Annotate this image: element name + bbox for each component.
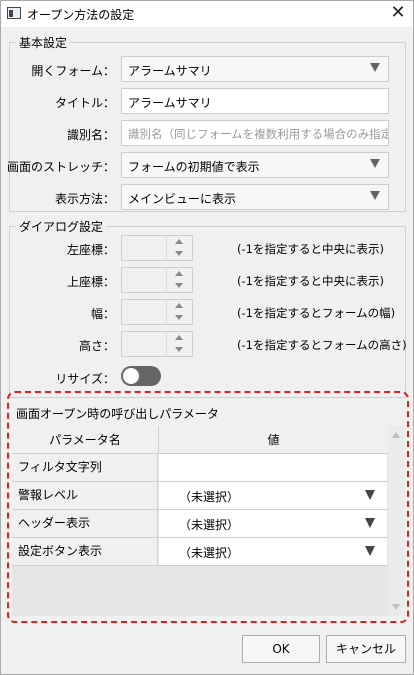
left-coord-spinner[interactable] [121,235,193,261]
params-scrollbar[interactable] [388,426,405,616]
table-row: ヘッダー表示 （未選択） [12,510,388,538]
param-name-cell: 設定ボタン表示 [12,538,158,565]
table-row: 設定ボタン表示 （未選択） [12,538,388,566]
params-table-header: パラメータ名 値 [12,426,388,454]
stretch-value: フォームの初期値で表示 [128,160,260,174]
width-spinner[interactable] [121,299,193,325]
alarm-level-select[interactable]: （未選択） [159,482,387,509]
scroll-up-icon[interactable] [392,432,400,438]
title-label: タイトル： [54,96,115,110]
display-method-value: メインビューに表示 [128,192,237,206]
dropdown-arrow-icon [370,159,380,168]
param-name-cell: 警報レベル [12,482,158,509]
title-input[interactable]: アラームサマリ [121,88,389,114]
title-bar: オープン方法の設定 ✕ [1,1,413,27]
filter-string-input[interactable] [159,454,387,481]
open-form-value: アラームサマリ [128,64,212,78]
dropdown-arrow-icon [370,63,380,72]
table-row: フィルタ文字列 [12,454,388,482]
top-coord-hint: (-1を指定すると中央に表示) [237,274,384,288]
resize-label: リサイズ： [55,372,115,386]
settings-button-display-select[interactable]: （未選択） [159,538,387,565]
width-label: 幅： [90,307,115,321]
dialog-window: オープン方法の設定 ✕ 基本設定 開くフォーム： アラームサマリ タイトル： ア… [0,0,414,675]
header-display-select[interactable]: （未選択） [159,510,387,537]
left-coord-hint: (-1を指定すると中央に表示) [237,242,384,256]
top-coord-spinner[interactable] [121,267,193,293]
stretch-select[interactable]: フォームの初期値で表示 [121,152,389,178]
title-value: アラームサマリ [128,96,212,110]
open-form-select[interactable]: アラームサマリ [121,56,389,82]
identifier-label: 識別名： [66,128,115,142]
params-group-label: 画面オープン時の呼び出しパラメータ [16,407,219,421]
display-method-select[interactable]: メインビューに表示 [121,184,389,210]
spin-down-icon[interactable] [175,347,183,352]
identifier-placeholder: 識別名（同じフォームを複数利用する場合のみ指定） [128,127,389,141]
width-hint: (-1を指定するとフォームの幅) [237,306,396,320]
dropdown-arrow-icon [370,191,380,200]
dropdown-arrow-icon [365,490,375,500]
cancel-button[interactable]: キャンセル [326,635,406,663]
app-icon [7,7,21,19]
scroll-down-icon[interactable] [392,604,400,610]
spin-down-icon[interactable] [175,315,183,320]
height-spinner[interactable] [121,331,193,357]
column-header-name[interactable]: パラメータ名 [12,426,159,454]
identifier-input[interactable]: 識別名（同じフォームを複数利用する場合のみ指定） [121,120,389,146]
spin-down-icon[interactable] [175,251,183,256]
window-title: オープン方法の設定 [27,8,135,22]
toggle-knob [123,368,139,384]
params-table: パラメータ名 値 フィルタ文字列 警報レベル （未選択） ヘッダー表示 （未選択… [12,426,388,616]
spin-up-icon[interactable] [175,271,183,276]
spin-down-icon[interactable] [175,283,183,288]
column-header-value[interactable]: 値 [159,426,388,454]
top-coord-label: 上座標： [66,275,115,289]
stretch-label: 画面のストレッチ： [6,160,115,174]
open-form-label: 開くフォーム： [31,64,115,78]
height-hint: (-1を指定するとフォームの高さ) [237,338,407,352]
table-row: 警報レベル （未選択） [12,482,388,510]
ok-button[interactable]: OK [242,635,320,663]
close-button[interactable]: ✕ [383,1,413,27]
param-name-cell: フィルタ文字列 [12,454,158,481]
dropdown-arrow-icon [365,518,375,528]
spin-up-icon[interactable] [175,335,183,340]
basic-settings-label: 基本設定 [16,34,71,51]
spin-up-icon[interactable] [175,239,183,244]
dialog-settings-label: ダイアログ設定 [16,218,107,235]
param-name-cell: ヘッダー表示 [12,510,158,537]
display-method-label: 表示方法： [54,192,115,206]
left-coord-label: 左座標： [66,243,115,257]
spin-up-icon[interactable] [175,303,183,308]
resize-toggle[interactable] [121,366,161,386]
height-label: 高さ： [78,339,115,353]
dropdown-arrow-icon [365,546,375,556]
